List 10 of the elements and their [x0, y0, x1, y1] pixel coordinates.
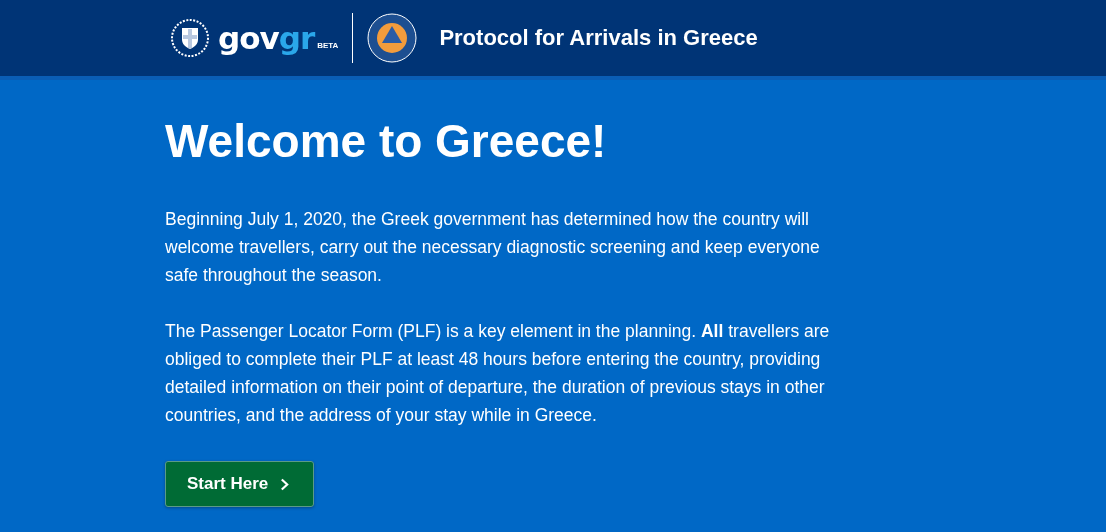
page-heading: Welcome to Greece!: [165, 114, 608, 169]
coat-of-arms-icon: [170, 18, 210, 58]
intro-paragraph: The Passenger Locator Form (PLF) is a key element in the planning. All travellers are obliged to complete their PLF at least 48 hours before entering the country, providing detailed information on their point of departure, the duration of previous stays in other countries, and the address of your stay while in Greece.: [165, 320, 831, 428]
beta-label: BETA: [317, 40, 339, 50]
govgr-logo[interactable]: govgr: [218, 22, 315, 54]
start-button[interactable]: Start Here: [165, 461, 315, 508]
civil-protection-emblem-icon: [367, 13, 418, 63]
intro-paragraph: Beginning July 1, 2020, the Greek government has determined how the country will welcome travellers, carry out the necessary diagnostic screening and keep everyone safe throughout the season.: [165, 208, 821, 288]
chevron-right-icon: [280, 477, 290, 491]
site-title: Protocol for Arrivals in Greece: [439, 25, 758, 51]
